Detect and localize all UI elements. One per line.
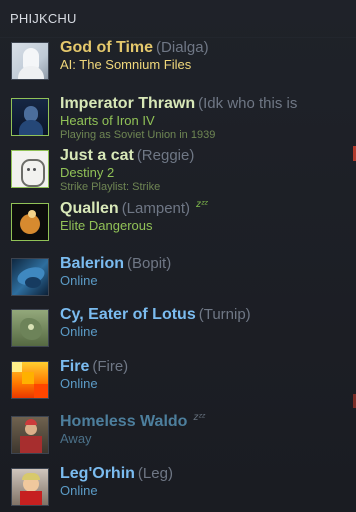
friend-status: Away bbox=[60, 431, 92, 446]
friend-name: Balerion bbox=[60, 255, 125, 272]
avatar-blue-dragon bbox=[11, 258, 49, 296]
avatar-night-figure bbox=[11, 203, 49, 241]
friend-status: Online bbox=[60, 376, 98, 391]
friend-name: Fire bbox=[60, 358, 90, 375]
friend-status: Online bbox=[60, 483, 98, 498]
avatar-pale-figure bbox=[11, 42, 49, 80]
friend-nickname: (Bopit) bbox=[127, 255, 172, 272]
friend-name: Imperator Thrawn bbox=[60, 95, 196, 112]
away-zzz-icon: zᶻᶻ bbox=[193, 412, 205, 423]
friend-game: Elite Dangerous bbox=[60, 218, 153, 233]
friend-rich-presence: Strike Playlist: Strike bbox=[60, 181, 161, 193]
friend-just-a-cat[interactable]: Just a cat (Reggie) Destiny 2 Strike Play… bbox=[0, 146, 346, 194]
friend-status: Online bbox=[60, 324, 98, 339]
friend-nickname: (Lampent) bbox=[121, 200, 191, 217]
friend-name: Homeless Waldo bbox=[60, 413, 188, 430]
friend-nickname: (Leg) bbox=[137, 465, 173, 482]
friend-nickname: (Fire) bbox=[92, 358, 129, 375]
friend-name: Cy, Eater of Lotus bbox=[60, 306, 196, 323]
friend-nickname: (Dialga) bbox=[156, 39, 209, 56]
friend-name: Leg'Orhin bbox=[60, 465, 135, 482]
friends-list-title: PHIJKCHU bbox=[0, 0, 356, 38]
friend-name: God of Time bbox=[60, 39, 154, 56]
friend-status: AI: The Somnium Files bbox=[60, 57, 192, 72]
friend-balerion[interactable]: Balerion (Bopit) Online bbox=[0, 254, 346, 302]
friend-quallen[interactable]: Quallen (Lampent) zᶻᶻ Elite Dangerous bbox=[0, 199, 346, 247]
avatar-sketch-cat bbox=[11, 150, 49, 188]
friend-nickname: (Turnip) bbox=[198, 306, 251, 323]
friend-name: Quallen bbox=[60, 200, 119, 217]
friend-homeless-waldo[interactable]: Homeless Waldo zᶻᶻ Away bbox=[0, 412, 346, 460]
away-zzz-icon: zᶻᶻ bbox=[196, 199, 208, 210]
friend-game: Destiny 2 bbox=[60, 165, 115, 180]
friend-nickname: (Reggie) bbox=[136, 147, 195, 164]
avatar-waldo bbox=[11, 416, 49, 454]
friend-imperator-thrawn[interactable]: Imperator Thrawn (Idk who this is Hearts … bbox=[0, 94, 346, 142]
friend-game: Hearts of Iron IV bbox=[60, 113, 155, 128]
friend-fire[interactable]: Fire (Fire) Online bbox=[0, 357, 346, 405]
friend-god-of-time[interactable]: God of Time (Dialga) AI: The Somnium File… bbox=[0, 38, 346, 86]
friend-nickname: (Idk who this is bbox=[198, 95, 298, 112]
friend-rich-presence: Playing as Soviet Union in 1939 bbox=[60, 129, 216, 141]
friend-leg-orhin[interactable]: Leg'Orhin (Leg) Online bbox=[0, 464, 346, 512]
friend-cy-eater-of-lotus[interactable]: Cy, Eater of Lotus (Turnip) Online bbox=[0, 305, 346, 353]
avatar-green-creature bbox=[11, 309, 49, 347]
friend-name: Just a cat bbox=[60, 147, 134, 164]
avatar-fire bbox=[11, 361, 49, 399]
avatar-character bbox=[11, 468, 49, 506]
avatar-blue-portrait bbox=[11, 98, 49, 136]
friends-panel: PHIJKCHU God of Time (Dialga) AI: The Som… bbox=[0, 0, 356, 512]
friend-status: Online bbox=[60, 273, 98, 288]
